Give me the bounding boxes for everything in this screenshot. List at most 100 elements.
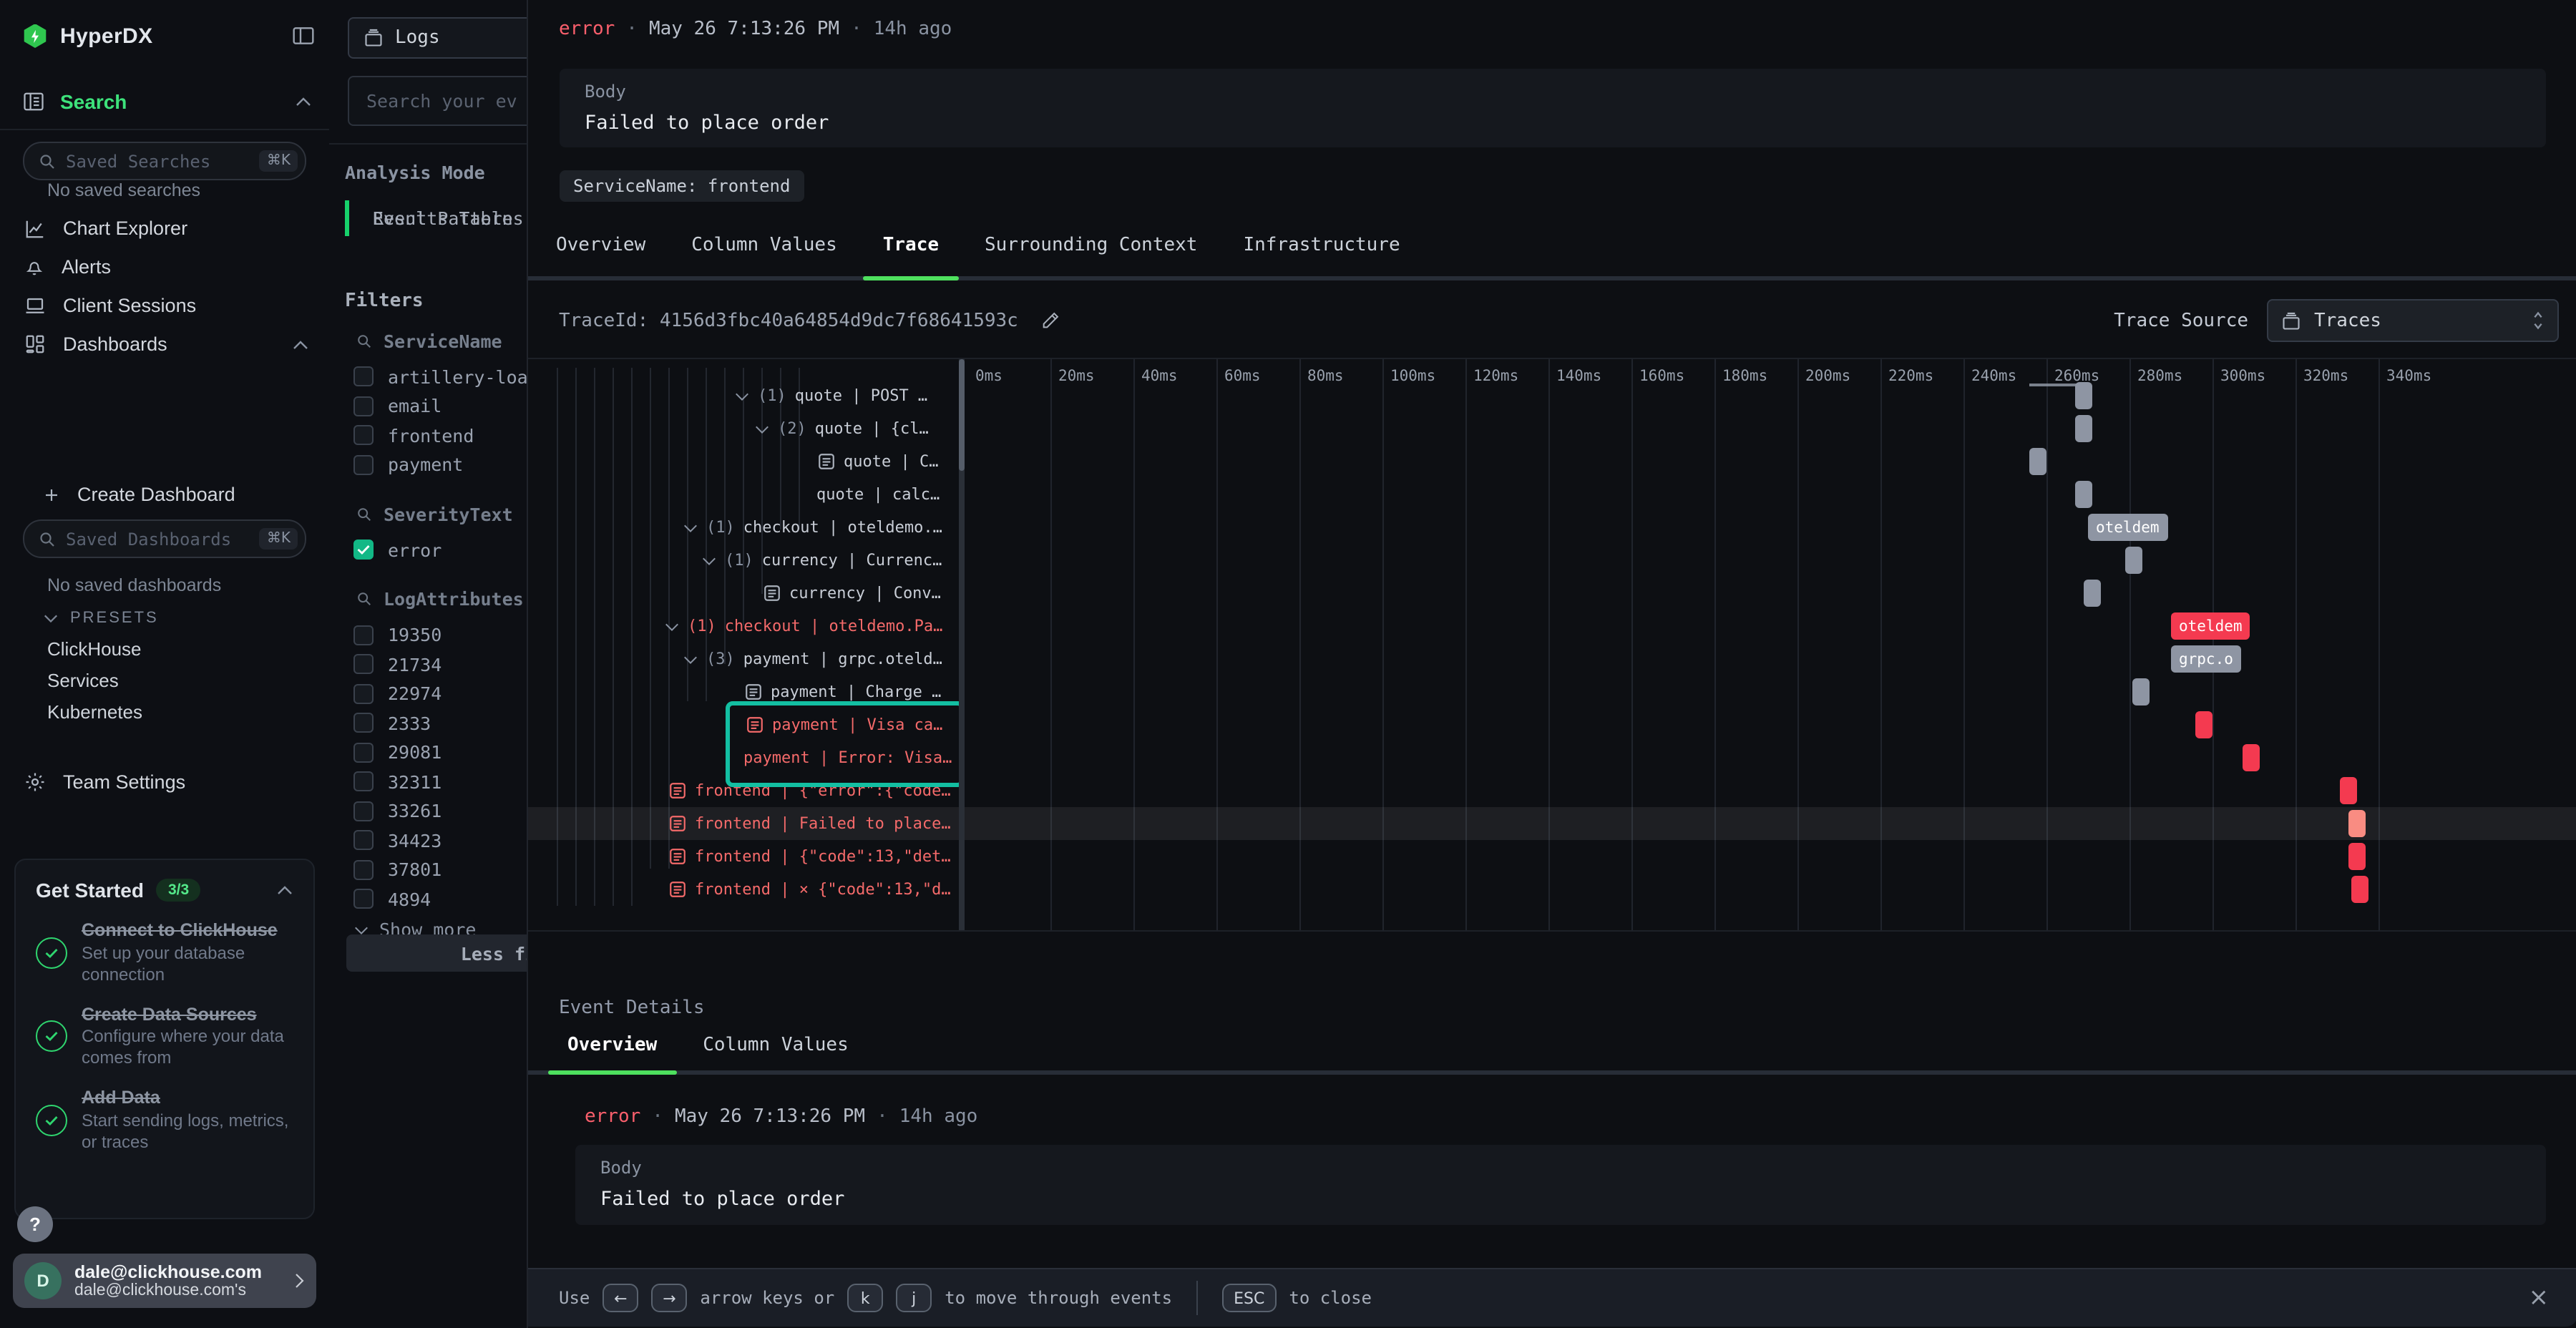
span-bar[interactable]	[2124, 547, 2142, 574]
collapse-sidebar-icon[interactable]	[292, 26, 315, 46]
trace-source-select[interactable]: Traces	[2267, 299, 2559, 342]
preset-item-services[interactable]: Services	[47, 670, 119, 691]
span-bar[interactable]	[2195, 711, 2212, 738]
presets-toggle[interactable]: PRESETS	[43, 610, 159, 627]
span-bar[interactable]	[2351, 876, 2368, 903]
filter-value[interactable]: 22974	[329, 679, 526, 708]
filter-value[interactable]: frontend	[329, 421, 526, 450]
chevron-down-icon[interactable]	[663, 620, 679, 632]
close-icon[interactable]: ×	[2529, 1284, 2550, 1312]
help-button[interactable]: ?	[17, 1206, 53, 1242]
span-bar[interactable]: oteldem	[2087, 514, 2168, 541]
create-dashboard-button[interactable]: Create Dashboard	[19, 475, 329, 514]
trace-row[interactable]: (2)quote | {cl…	[527, 412, 965, 445]
checkbox-unchecked[interactable]	[353, 743, 374, 763]
checkbox-unchecked[interactable]	[353, 455, 374, 475]
tab-overview[interactable]: Overview	[533, 215, 668, 280]
analysis-mode-event-patterns[interactable]: Event Patterns	[345, 200, 526, 236]
filter-value[interactable]: 29081	[329, 738, 526, 767]
span-bar[interactable]	[2029, 448, 2046, 475]
filter-value[interactable]: 33261	[329, 796, 526, 826]
span-bar[interactable]	[2348, 843, 2366, 870]
tree-scrollbar-thumb[interactable]	[958, 359, 964, 471]
trace-row[interactable]: currency | Conv…	[527, 577, 965, 610]
sidebar-item-chart-explorer[interactable]: Chart Explorer	[0, 209, 329, 248]
trace-row[interactable]: (3)payment | grpc.oteld…	[527, 643, 965, 675]
preset-item-kubernetes[interactable]: Kubernetes	[47, 701, 142, 723]
trace-row[interactable]: (1)quote | POST …	[527, 379, 965, 412]
k-key[interactable]: k	[847, 1284, 883, 1312]
checkbox-unchecked[interactable]	[353, 831, 374, 851]
filter-value[interactable]: error	[329, 535, 526, 565]
checkbox-unchecked[interactable]	[353, 684, 374, 704]
filter-value[interactable]: 21734	[329, 650, 526, 679]
tab-overview[interactable]: Overview	[545, 1022, 680, 1075]
saved-searches-input[interactable]: Saved Searches ⌘K	[23, 142, 306, 180]
sidebar-item-alerts[interactable]: Alerts	[0, 248, 329, 286]
chevron-down-icon[interactable]	[682, 653, 698, 665]
less-filters-button[interactable]: Less fil	[346, 934, 527, 972]
chevron-up-icon[interactable]	[276, 884, 293, 896]
checkbox-unchecked[interactable]	[353, 625, 374, 645]
trace-row[interactable]: (1)checkout | oteldemo.Pa…	[527, 610, 965, 643]
trace-row[interactable]: (1)currency | Currenc…	[527, 544, 965, 577]
saved-dashboards-input[interactable]: Saved Dashboards ⌘K	[23, 519, 306, 558]
trace-row[interactable]: quote | C…	[527, 445, 965, 478]
filter-value[interactable]: 19350	[329, 620, 526, 650]
span-bar[interactable]	[2075, 481, 2092, 508]
tab-trace[interactable]: Trace	[860, 215, 962, 280]
checkbox-checked[interactable]	[353, 540, 374, 560]
preset-item-clickhouse[interactable]: ClickHouse	[47, 638, 142, 660]
chevron-down-icon[interactable]	[682, 522, 698, 533]
filter-value[interactable]: payment	[329, 450, 526, 479]
chevron-down-icon[interactable]	[701, 555, 716, 566]
service-name-tag[interactable]: ServiceName: frontend	[559, 170, 804, 202]
get-started-item[interactable]: Connect to ClickHouseSet up your databas…	[36, 920, 293, 985]
span-bar[interactable]: grpc.o	[2170, 645, 2241, 673]
checkbox-unchecked[interactable]	[353, 396, 374, 416]
span-bar[interactable]	[2133, 678, 2150, 706]
checkbox-unchecked[interactable]	[353, 713, 374, 733]
checkbox-unchecked[interactable]	[353, 889, 374, 909]
trace-row[interactable]: frontend | × {"code":13,"d…	[527, 873, 965, 906]
trace-row[interactable]: quote | calc…	[527, 478, 965, 511]
esc-key[interactable]: ESC	[1222, 1284, 1276, 1312]
source-select[interactable]: Logs	[348, 17, 527, 59]
span-bar[interactable]	[2075, 415, 2092, 442]
span-bar[interactable]	[2083, 580, 2100, 607]
checkbox-unchecked[interactable]	[353, 367, 374, 387]
edit-pencil-icon[interactable]	[1041, 311, 1061, 331]
span-bar[interactable]	[2348, 810, 2366, 837]
tab-surrounding-context[interactable]: Surrounding Context	[962, 215, 1220, 280]
filter-value[interactable]: 37801	[329, 855, 526, 884]
filter-value[interactable]: artillery-loa	[329, 362, 526, 391]
chevron-down-icon[interactable]	[733, 390, 749, 401]
checkbox-unchecked[interactable]	[353, 860, 374, 880]
sidebar-item-team-settings[interactable]: Team Settings	[0, 763, 329, 801]
arrow-right-key[interactable]: →	[651, 1284, 687, 1312]
get-started-item[interactable]: Add DataStart sending logs, metrics, or …	[36, 1088, 293, 1153]
event-search-input[interactable]: Search your ev	[348, 76, 527, 126]
filter-value[interactable]: 34423	[329, 826, 526, 855]
filter-value[interactable]: 32311	[329, 767, 526, 796]
trace-row[interactable]: frontend | {"code":13,"det…	[527, 840, 965, 873]
tab-column-values[interactable]: Column Values	[680, 1022, 872, 1075]
sidebar-item-client-sessions[interactable]: Client Sessions	[0, 286, 329, 325]
sidebar-item-dashboards[interactable]: Dashboards	[0, 325, 329, 363]
span-bar[interactable]: oteldem	[2170, 612, 2249, 640]
checkbox-unchecked[interactable]	[353, 772, 374, 792]
tab-infrastructure[interactable]: Infrastructure	[1220, 215, 1423, 280]
j-key[interactable]: j	[896, 1284, 932, 1312]
trace-row[interactable]: frontend | Failed to place…	[527, 807, 965, 840]
filter-value[interactable]: email	[329, 391, 526, 421]
chevron-down-icon[interactable]	[753, 423, 769, 434]
get-started-item[interactable]: Create Data SourcesConfigure where your …	[36, 1004, 293, 1069]
checkbox-unchecked[interactable]	[353, 426, 374, 446]
span-bar[interactable]	[2075, 382, 2092, 409]
checkbox-unchecked[interactable]	[353, 801, 374, 821]
arrow-left-key[interactable]: ←	[602, 1284, 638, 1312]
filter-value[interactable]: 4894	[329, 884, 526, 914]
tab-column-values[interactable]: Column Values	[668, 215, 860, 280]
span-bar[interactable]	[2243, 744, 2260, 771]
span-bar[interactable]	[2341, 777, 2358, 804]
